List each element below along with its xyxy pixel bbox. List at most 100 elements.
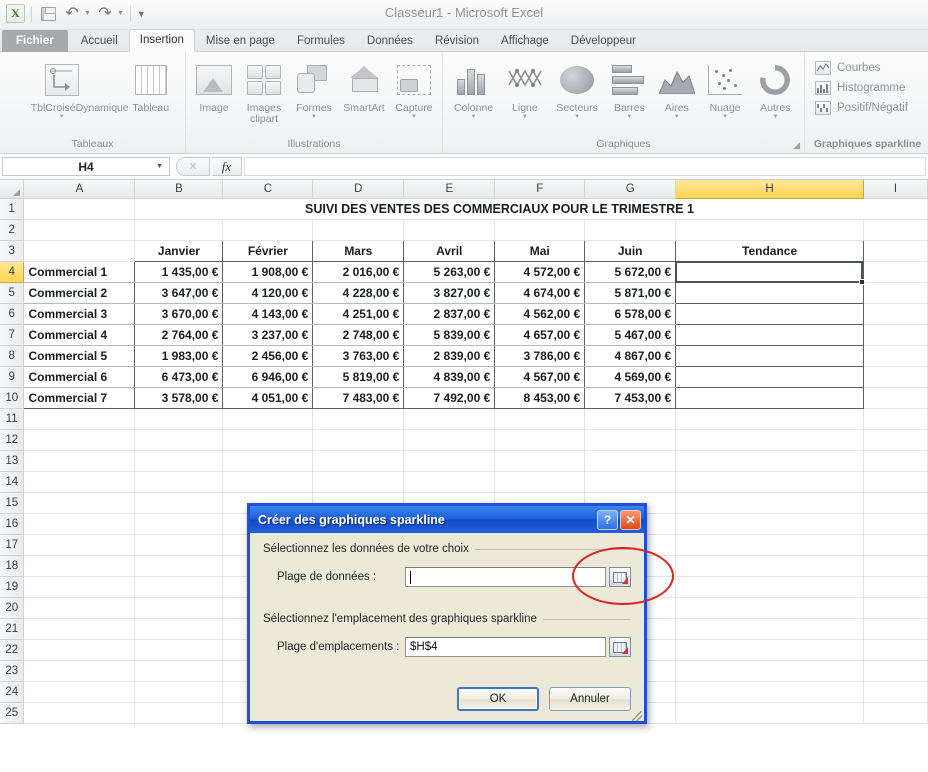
tab-fichier[interactable]: Fichier	[2, 30, 68, 52]
dialog-resize-grip[interactable]	[632, 711, 642, 721]
cell-E3-avril[interactable]: Avril	[403, 239, 496, 262]
cell-F10[interactable]: 8 453,00 €	[494, 387, 586, 409]
row-header-24[interactable]: 24	[0, 681, 25, 703]
cell-A12[interactable]	[23, 429, 136, 451]
cell-D5[interactable]: 4 228,00 €	[312, 282, 405, 304]
row-header-18[interactable]: 18	[0, 555, 25, 577]
cell-F4[interactable]: 4 572,00 €	[494, 261, 586, 283]
cell-B9[interactable]: 6 473,00 €	[134, 366, 224, 388]
cell-E4[interactable]: 5 263,00 €	[403, 261, 496, 283]
row-header-22[interactable]: 22	[0, 639, 25, 661]
cell-B12[interactable]	[134, 429, 224, 451]
cell-I24[interactable]	[863, 681, 928, 703]
cancel-button[interactable]: Annuler	[549, 687, 631, 711]
cell-B14[interactable]	[134, 471, 224, 493]
cell-D2[interactable]	[312, 219, 405, 241]
cell-B1-title[interactable]: SUIVI DES VENTES DES COMMERCIAUX POUR LE…	[134, 198, 864, 220]
cell-H23[interactable]	[675, 660, 864, 682]
cell-H22[interactable]	[675, 639, 864, 661]
chevron-down-icon[interactable]: ▼	[722, 114, 728, 121]
cell-H14[interactable]	[675, 471, 864, 493]
tab-donnees[interactable]: Données	[356, 31, 424, 52]
cell-D3-mars[interactable]: Mars	[312, 239, 405, 262]
ribbon-button-pivot-table[interactable]: TblCroiséDynamique ▼	[4, 55, 129, 121]
row-header-5[interactable]: 5	[0, 282, 25, 304]
cell-B25[interactable]	[134, 702, 224, 724]
cell-H10[interactable]	[675, 386, 864, 409]
row-header-19[interactable]: 19	[0, 576, 25, 598]
ribbon-button-aires[interactable]: Aires ▼	[654, 55, 699, 121]
cell-H25[interactable]	[675, 702, 864, 724]
ribbon-button-clipart[interactable]: Images clipart	[239, 55, 289, 125]
cell-G5[interactable]: 5 871,00 €	[584, 282, 677, 304]
ribbon-button-smartart[interactable]: SmartArt	[339, 55, 389, 114]
cell-I14[interactable]	[863, 471, 928, 493]
name-box[interactable]: H4 ▼	[2, 157, 170, 176]
tab-mise-en-page[interactable]: Mise en page	[195, 31, 286, 52]
cell-I19[interactable]	[863, 576, 928, 598]
cell-H3-tendance[interactable]: Tendance	[675, 239, 864, 262]
row-header-8[interactable]: 8	[0, 345, 25, 367]
column-header-A[interactable]: A	[23, 180, 136, 199]
cell-A7[interactable]: Commercial 4	[23, 324, 136, 346]
cell-I11[interactable]	[863, 408, 928, 430]
ribbon-button-ligne[interactable]: Ligne ▼	[501, 55, 548, 121]
row-header-13[interactable]: 13	[0, 450, 25, 472]
cell-D10[interactable]: 7 483,00 €	[312, 387, 405, 409]
cell-I2[interactable]	[863, 219, 928, 241]
cell-H19[interactable]	[675, 576, 864, 598]
column-header-H[interactable]: H	[675, 180, 864, 199]
cell-I20[interactable]	[863, 597, 928, 619]
cell-G12[interactable]	[584, 429, 677, 451]
ribbon-button-sparkline-histogramme[interactable]: Histogramme	[813, 78, 922, 98]
cell-A21[interactable]	[23, 618, 136, 640]
cell-D12[interactable]	[312, 429, 405, 451]
cell-F13[interactable]	[494, 450, 586, 472]
tab-affichage[interactable]: Affichage	[490, 31, 560, 52]
chevron-down-icon[interactable]: ▼	[311, 114, 317, 121]
row-header-21[interactable]: 21	[0, 618, 25, 640]
range-picker-icon[interactable]	[609, 567, 631, 587]
cell-B23[interactable]	[134, 660, 224, 682]
cell-D6[interactable]: 4 251,00 €	[312, 303, 405, 325]
cell-I12[interactable]	[863, 429, 928, 451]
cell-B2[interactable]	[134, 219, 224, 241]
insert-function-icon[interactable]: fx	[212, 157, 242, 176]
cell-H9[interactable]	[675, 365, 864, 388]
cell-H18[interactable]	[675, 555, 864, 577]
cell-C13[interactable]	[222, 450, 314, 472]
cell-B3-janvier[interactable]: Janvier	[134, 239, 224, 262]
chevron-down-icon[interactable]: ▼	[411, 114, 417, 121]
row-header-20[interactable]: 20	[0, 597, 25, 619]
chevron-down-icon[interactable]: ▼	[772, 114, 778, 121]
cell-A8[interactable]: Commercial 5	[23, 345, 136, 367]
cell-H5[interactable]	[675, 281, 864, 304]
cell-G2[interactable]	[584, 219, 677, 241]
ribbon-button-table[interactable]: Tableau	[120, 55, 181, 114]
cell-B10[interactable]: 3 578,00 €	[134, 387, 224, 409]
cell-A20[interactable]	[23, 597, 136, 619]
row-header-1[interactable]: 1	[0, 198, 25, 220]
cell-B17[interactable]	[134, 534, 224, 556]
graphiques-dialog-launcher-icon[interactable]: ◢	[793, 140, 800, 151]
cell-C8[interactable]: 2 456,00 €	[222, 345, 314, 367]
cell-H15[interactable]	[675, 492, 864, 514]
cell-I3[interactable]	[863, 240, 928, 262]
cell-D14[interactable]	[312, 471, 405, 493]
row-header-9[interactable]: 9	[0, 366, 25, 388]
tab-revision[interactable]: Révision	[424, 31, 490, 52]
cell-B22[interactable]	[134, 639, 224, 661]
cell-F9[interactable]: 4 567,00 €	[494, 366, 586, 388]
cell-D9[interactable]: 5 819,00 €	[312, 366, 405, 388]
cell-E14[interactable]	[403, 471, 496, 493]
chevron-down-icon[interactable]: ▼	[59, 114, 65, 121]
cell-I17[interactable]	[863, 534, 928, 556]
column-header-D[interactable]: D	[312, 180, 405, 199]
close-icon[interactable]: ✕	[620, 509, 641, 530]
ribbon-button-formes[interactable]: Formes ▼	[290, 55, 338, 121]
cell-B18[interactable]	[134, 555, 224, 577]
cell-C4[interactable]: 1 908,00 €	[222, 261, 314, 283]
cell-A11[interactable]	[23, 408, 136, 430]
cell-E13[interactable]	[403, 450, 496, 472]
cell-F5[interactable]: 4 674,00 €	[494, 282, 586, 304]
